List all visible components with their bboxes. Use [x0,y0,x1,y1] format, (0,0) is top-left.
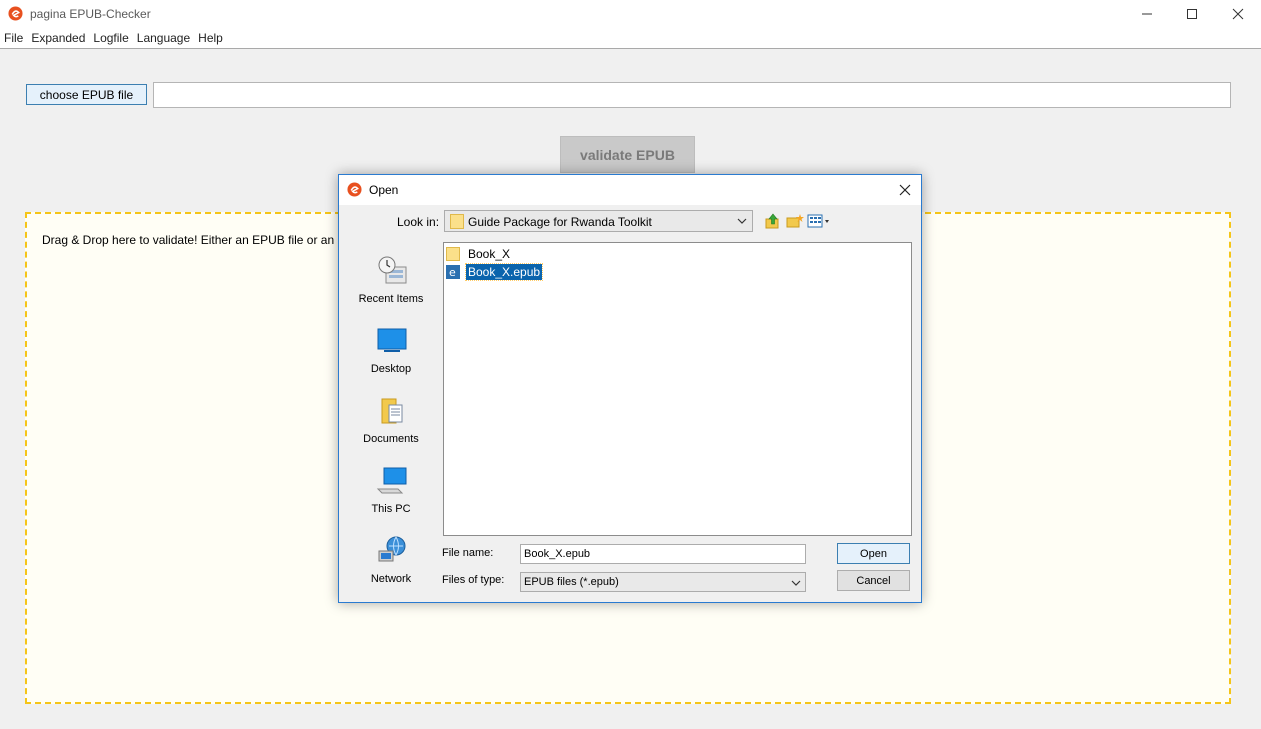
place-label: Network [370,573,412,585]
look-in-value: Guide Package for Rwanda Toolkit [468,215,652,229]
close-window-button[interactable] [1215,0,1261,28]
file-name-input[interactable]: Book_X.epub [520,544,806,564]
choose-epub-button[interactable]: choose EPUB file [26,84,147,105]
minimize-icon [1142,13,1152,15]
title-bar: pagina EPUB-Checker [0,0,1261,28]
place-label: Desktop [370,363,412,375]
place-desktop[interactable]: Desktop [348,321,434,387]
epub-file-icon: e [446,265,460,279]
file-type-value: EPUB files (*.epub) [524,576,619,588]
file-name-label: File name: [442,547,494,559]
app-logo-icon [8,6,23,21]
look-in-label: Look in: [397,215,440,229]
new-folder-icon[interactable] [786,213,804,229]
app-logo-icon [347,182,362,197]
open-file-dialog: Open Look in: Guide Package for Rwanda T… [338,174,922,603]
file-list[interactable]: Book_X e Book_X.epub [443,242,912,536]
network-icon [378,536,406,562]
file-type-label: Files of type: [442,574,505,586]
svg-text:e: e [449,266,456,279]
file-name: Book_X.epub [464,263,544,281]
menu-file[interactable]: File [4,31,23,45]
file-type-dropdown[interactable]: EPUB files (*.epub) [520,572,806,592]
place-label: Documents [363,433,419,445]
close-icon [1232,8,1244,20]
place-label: Recent Items [358,293,424,305]
folder-icon [446,247,460,261]
dialog-close-button[interactable] [895,180,915,200]
menu-expanded[interactable]: Expanded [31,31,85,45]
epub-path-input[interactable] [153,82,1231,108]
file-row-folder[interactable]: Book_X [446,245,512,263]
window-title: pagina EPUB-Checker [30,7,151,21]
desktop-icon [377,328,407,352]
file-row-epub[interactable]: e Book_X.epub [446,263,544,281]
place-network[interactable]: Network [348,531,434,597]
menu-language[interactable]: Language [137,31,190,45]
place-label: This PC [371,503,411,515]
look-in-dropdown[interactable]: Guide Package for Rwanda Toolkit [444,210,753,232]
drop-zone-hint: Drag & Drop here to validate! Either an … [42,233,338,247]
folder-icon [450,214,464,229]
minimize-button[interactable] [1124,0,1170,28]
maximize-icon [1187,9,1197,19]
chevron-down-icon [791,580,801,586]
place-recent-items[interactable]: Recent Items [348,251,434,317]
place-this-pc[interactable]: This PC [348,461,434,527]
dialog-title-bar: Open [339,175,921,205]
menu-logfile[interactable]: Logfile [93,31,128,45]
documents-icon [381,398,403,424]
file-name: Book_X [468,247,511,261]
open-button[interactable]: Open [837,543,910,564]
chevron-down-icon [737,218,747,224]
computer-icon [376,467,407,494]
cancel-button[interactable]: Cancel [837,570,910,591]
maximize-button[interactable] [1169,0,1215,28]
validate-epub-button[interactable]: validate EPUB [560,136,695,173]
recent-items-icon [378,256,407,284]
menu-bar: File Expanded Logfile Language Help [0,28,1261,49]
close-icon [899,184,911,196]
dialog-title: Open [369,183,399,197]
place-documents[interactable]: Documents [348,391,434,457]
view-menu-icon[interactable] [807,213,831,229]
places-sidebar: Recent Items Desktop Documents This PC N… [348,241,434,593]
up-folder-icon[interactable] [764,213,782,229]
menu-help[interactable]: Help [198,31,223,45]
